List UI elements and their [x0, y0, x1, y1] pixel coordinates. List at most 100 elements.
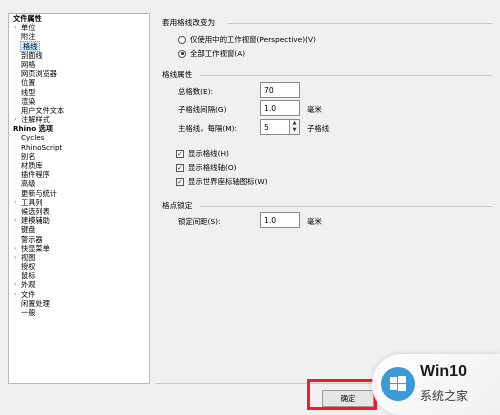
highlight-annotation: [307, 379, 377, 410]
tree-item-label: 位置: [21, 78, 36, 88]
show-world-axes-checkbox[interactable]: ✓ 显示世界座标轴图标(W): [176, 176, 268, 187]
radio-button-selected[interactable]: [178, 49, 186, 58]
grid-section-title: 格线属性: [162, 70, 193, 79]
snap-spacing-label: 锁定间距(S):: [178, 217, 221, 226]
tree-item-label: 警示器: [21, 234, 43, 244]
tree-item-label: Cycles: [21, 133, 45, 143]
tree-item[interactable]: › 视图: [9, 253, 149, 262]
tree-item[interactable]: 插件程序: [9, 170, 149, 179]
spin-down-icon[interactable]: ▼: [290, 127, 299, 134]
grid-settings-panel: 套用格线改变为 仅使用中的工作视窗(Perspective)(V) 全部工作视窗…: [156, 13, 492, 383]
tree-item[interactable]: 更新与统计: [9, 189, 149, 198]
tree-item-label: 高级: [21, 179, 36, 189]
tree-item-label: 材质库: [21, 161, 43, 170]
tree-item[interactable]: › 建模辅助: [9, 216, 149, 225]
watermark-subtitle: 系统之家: [420, 389, 469, 403]
section-divider: [228, 23, 492, 24]
tree-item[interactable]: 网页浏览器: [9, 69, 149, 78]
tree-item[interactable]: › 注解样式: [9, 115, 149, 124]
tree-item[interactable]: 渲染: [9, 97, 149, 106]
tree-item[interactable]: › 单位: [9, 23, 149, 32]
minor-spacing-input[interactable]: [260, 100, 300, 116]
tree-item[interactable]: 键盘: [9, 225, 149, 234]
tree-item[interactable]: 材质库: [9, 161, 149, 170]
tree-item[interactable]: 别名: [9, 152, 149, 161]
tree-item-label: 渲染: [21, 96, 36, 106]
tree-item-label: 建模辅助: [21, 216, 50, 226]
radio-active-viewport[interactable]: 仅使用中的工作视窗(Perspective)(V): [178, 34, 316, 45]
tree-item-label: 外观: [21, 280, 36, 290]
tree-item[interactable]: RhinoScript: [9, 143, 149, 152]
checkbox[interactable]: ✓: [176, 163, 184, 172]
tree-item-label: 剖面线: [21, 50, 43, 60]
section-divider: [200, 75, 492, 76]
tree-item[interactable]: 用户文件文本: [9, 106, 149, 115]
major-lines-label: 主格线，每隔(M):: [178, 124, 237, 133]
tree-item[interactable]: 位置: [9, 78, 149, 87]
tree-item[interactable]: › 文件: [9, 290, 149, 299]
major-lines-input[interactable]: [260, 119, 290, 135]
tree-item-label: 文件属性: [13, 14, 42, 23]
tree-item-label: 视图: [21, 252, 36, 262]
tree-item[interactable]: Cycles: [9, 133, 149, 142]
tree-item-label: 工具列: [21, 197, 43, 207]
tree-item-label: Rhino 选项: [13, 124, 54, 134]
tree-item-label: 网页浏览器: [21, 69, 57, 79]
tree-item[interactable]: › 工具列: [9, 198, 149, 207]
tree-item-label: 单位: [21, 23, 36, 33]
apply-section-title: 套用格线改变为: [162, 18, 216, 27]
tree-item[interactable]: 候选列表: [9, 207, 149, 216]
tree-item-label: RhinoScript: [21, 142, 63, 152]
tree-item-label: 快显菜单: [21, 243, 50, 253]
watermark-title: Win10: [420, 363, 467, 380]
options-tree[interactable]: 文件属性 › 单位 附注 格线 剖面线 网格 网页浏览器 位置 线型 渲染 用户文件文本 › 注解样式 Rh…: [8, 13, 150, 384]
tree-item-label: 注解样式: [21, 115, 50, 125]
minor-spacing-unit: 毫米: [307, 105, 322, 114]
tree-item[interactable]: 授权: [9, 262, 149, 271]
tree-item[interactable]: 高级: [9, 179, 149, 188]
tree-item-label: 授权: [21, 262, 36, 272]
tree-item[interactable]: 网格: [9, 60, 149, 69]
show-world-axes-label: 显示世界座标轴图标(W): [188, 177, 268, 186]
tree-group-header[interactable]: 文件属性: [9, 14, 149, 23]
tree-item[interactable]: 警示器: [9, 235, 149, 244]
tree-item-label: 键盘: [21, 225, 36, 235]
tree-item-label: 文件: [21, 289, 36, 299]
tree-item-label: 候选列表: [21, 206, 50, 216]
show-grid-label: 显示格线(H): [188, 149, 229, 158]
snap-section-title: 格点锁定: [162, 201, 193, 210]
radio-active-label: 仅使用中的工作视窗(Perspective)(V): [190, 35, 316, 44]
tree-item[interactable]: 一般: [9, 308, 149, 317]
tree-item[interactable]: 剖面线: [9, 51, 149, 60]
tree-item-label: 插件程序: [21, 170, 50, 180]
spin-up-icon[interactable]: ▲: [290, 120, 299, 127]
total-grid-input[interactable]: [260, 82, 300, 98]
major-lines-unit: 子格线: [307, 124, 330, 133]
tree-item[interactable]: 鼠标: [9, 271, 149, 280]
checkbox[interactable]: ✓: [176, 177, 184, 186]
snap-spacing-unit: 毫米: [307, 217, 322, 226]
tree-item-label: 闲置处理: [21, 298, 50, 308]
tree-item[interactable]: 线型: [9, 88, 149, 97]
major-lines-stepper[interactable]: ▲ ▼: [290, 119, 300, 135]
tree-item[interactable]: 格线: [9, 40, 149, 52]
section-divider: [200, 206, 492, 207]
show-axes-label: 显示格线轴(O): [188, 163, 237, 172]
tree-item-label: 用户文件文本: [21, 105, 65, 115]
tree-item-label: 更新与统计: [21, 188, 57, 198]
tree-item-label: 鼠标: [21, 271, 36, 281]
tree-item[interactable]: › 外观: [9, 280, 149, 289]
show-grid-checkbox[interactable]: ✓ 显示格线(H): [176, 148, 229, 159]
radio-button[interactable]: [178, 35, 186, 44]
show-axes-checkbox[interactable]: ✓ 显示格线轴(O): [176, 162, 237, 173]
tree-item-label: 线型: [21, 87, 36, 97]
radio-all-label: 全部工作视窗(A): [190, 49, 246, 58]
windows-logo-icon: [381, 367, 415, 401]
total-grid-label: 总格数(E):: [178, 87, 214, 96]
tree-item[interactable]: 闲置处理: [9, 299, 149, 308]
checkbox[interactable]: ✓: [176, 149, 184, 158]
snap-spacing-input[interactable]: [260, 212, 300, 228]
tree-group-header[interactable]: Rhino 选项: [9, 124, 149, 133]
tree-item[interactable]: › 快显菜单: [9, 244, 149, 253]
radio-all-viewports[interactable]: 全部工作视窗(A): [178, 48, 245, 59]
